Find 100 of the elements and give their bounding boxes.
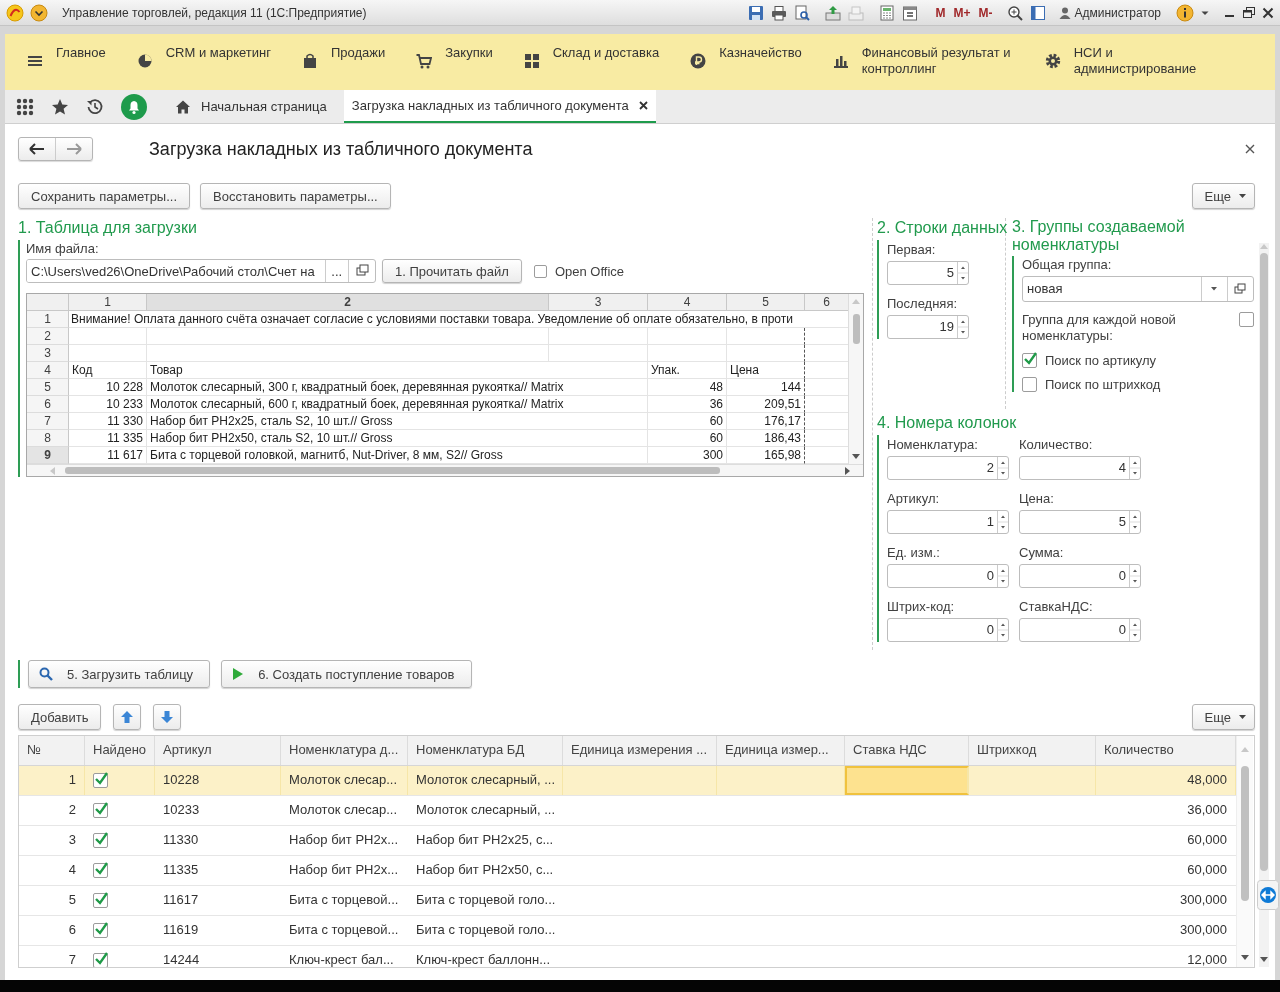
spin-buttons[interactable]	[1129, 511, 1140, 533]
section-link[interactable]: CRM и маркетинг	[136, 45, 271, 69]
column-header[interactable]: 1	[69, 294, 147, 311]
column-header[interactable]: 3	[549, 294, 648, 311]
checkbox[interactable]	[533, 264, 547, 278]
column-header[interactable]: Штрихкод	[969, 736, 1096, 765]
file-path-field[interactable]: C:\Users\ved26\OneDrive\Рабочий стол\Счет на ...	[26, 259, 376, 283]
checkbox[interactable]	[1022, 376, 1037, 392]
number-field[interactable]: 2	[887, 456, 1009, 480]
calendar-icon[interactable]	[902, 4, 919, 21]
checkbox[interactable]	[1022, 352, 1037, 368]
close-icon[interactable]	[1262, 6, 1274, 19]
more-button[interactable]: Еще	[1191, 183, 1255, 209]
checkbox[interactable]	[93, 953, 108, 967]
arrow-right-icon[interactable]	[845, 466, 851, 475]
spin-buttons[interactable]	[957, 262, 968, 284]
row-number[interactable]: 2	[27, 328, 69, 345]
column-header[interactable]: 2	[147, 294, 549, 311]
row-number[interactable]: 1	[27, 311, 69, 328]
close-icon[interactable]	[1245, 144, 1255, 154]
spin-buttons[interactable]	[997, 457, 1008, 479]
checkbox[interactable]	[93, 893, 108, 908]
memory-button[interactable]: M-	[978, 5, 993, 20]
section-link[interactable]: НСИ и администрирование	[1044, 45, 1226, 77]
row-number[interactable]: 6	[27, 396, 69, 413]
read-file-button[interactable]: 1. Прочитать файл	[382, 259, 522, 283]
section-link[interactable]: Казначейство	[690, 45, 802, 69]
column-header[interactable]: Единица измерения ...	[563, 736, 717, 765]
user-button[interactable]: Администратор	[1059, 5, 1161, 20]
column-header[interactable]: Единица измер...	[717, 736, 845, 765]
arrow-down-icon[interactable]	[1241, 955, 1249, 961]
action-button[interactable]: Восстановить параметры...	[200, 183, 391, 209]
calculator-icon[interactable]	[879, 4, 896, 21]
number-field[interactable]: 4	[1019, 456, 1141, 480]
spin-buttons[interactable]	[997, 511, 1008, 533]
memory-button[interactable]: M+	[953, 5, 971, 20]
column-header[interactable]: Номенклатура БД	[408, 736, 563, 765]
column-header[interactable]: 6	[805, 294, 848, 311]
column-header[interactable]: Ставка НДС	[845, 736, 969, 765]
checkbox[interactable]	[93, 833, 108, 848]
section-link[interactable]: Склад и доставка	[523, 45, 660, 69]
tab[interactable]: Начальная страница	[164, 90, 337, 123]
number-field[interactable]: 0	[887, 564, 1009, 588]
row-number[interactable]: 4	[27, 362, 69, 379]
scrollbar[interactable]	[848, 294, 863, 464]
scrollbar[interactable]	[1259, 243, 1269, 967]
column-header[interactable]: Артикул	[155, 736, 281, 765]
history-icon[interactable]	[86, 97, 104, 116]
column-header[interactable]: Номенклатура д...	[281, 736, 408, 765]
preview-icon[interactable]	[794, 4, 811, 21]
apps-icon[interactable]	[16, 97, 34, 116]
caret-icon[interactable]	[30, 3, 48, 22]
arrow-down-icon[interactable]	[1260, 957, 1268, 963]
spin-buttons[interactable]	[1129, 457, 1140, 479]
scroll-thumb[interactable]	[1260, 253, 1268, 871]
move-up-button[interactable]	[113, 704, 142, 730]
document-arrow-icon[interactable]	[825, 4, 842, 21]
star-icon[interactable]	[51, 97, 69, 116]
restore-icon[interactable]	[1243, 6, 1255, 19]
scrollbar[interactable]	[27, 464, 863, 476]
spin-buttons[interactable]	[957, 316, 968, 338]
number-field[interactable]: 0	[1019, 564, 1141, 588]
number-field[interactable]: 5	[887, 261, 969, 285]
checkbox[interactable]	[93, 863, 108, 878]
row-number[interactable]: 8	[27, 430, 69, 447]
spin-buttons[interactable]	[997, 619, 1008, 641]
table-row[interactable]: 5 11617 Бита с торцевой... Бита с торцевой голо... 300,000	[19, 886, 1236, 916]
column-header[interactable]: 4	[648, 294, 727, 311]
table-row[interactable]: 4 11335 Набор бит PH2x... Набор бит PH2x50, с... 60,000	[19, 856, 1236, 886]
navigation-buttons[interactable]	[18, 137, 93, 161]
checkbox[interactable]	[93, 923, 108, 938]
number-field[interactable]: 0	[887, 618, 1009, 642]
add-button[interactable]: Добавить	[18, 704, 102, 730]
arrow-down-icon[interactable]	[852, 454, 860, 460]
action-button[interactable]: Сохранить параметры...	[18, 183, 191, 209]
spin-buttons[interactable]	[1129, 619, 1140, 641]
row-number[interactable]: 9	[27, 447, 69, 464]
checkbox[interactable]	[1239, 312, 1254, 327]
dropdown-field[interactable]: новая	[1022, 276, 1254, 302]
table-row[interactable]: 6 11619 Бита с торцевой... Бита с торцевой голо... 300,000	[19, 916, 1236, 946]
memory-button[interactable]: M	[935, 5, 946, 20]
spin-buttons[interactable]	[1129, 565, 1140, 587]
zoom-icon[interactable]	[1007, 4, 1024, 21]
section-link[interactable]: Главное	[27, 45, 106, 69]
current-cell[interactable]	[845, 766, 969, 795]
tab[interactable]: Загрузка накладных из табличного документа	[343, 90, 656, 123]
table-row[interactable]: 7 14244 Ключ-крест бал... Ключ-крест баллонн... 12,000	[19, 946, 1236, 967]
scroll-thumb[interactable]	[852, 314, 860, 344]
panel-icon[interactable]	[1030, 4, 1047, 21]
close-icon[interactable]	[638, 101, 648, 110]
action-button[interactable]: 5. Загрузить таблицу	[28, 660, 211, 688]
table-row[interactable]: 1 10228 Молоток слесар... Молоток слесарный, ... 48,000	[19, 766, 1236, 796]
number-field[interactable]: 19	[887, 315, 969, 339]
column-header[interactable]: №	[19, 736, 85, 765]
number-field[interactable]: 0	[1019, 618, 1141, 642]
spin-buttons[interactable]	[997, 565, 1008, 587]
move-down-button[interactable]	[153, 704, 182, 730]
table-row[interactable]: 2 10233 Молоток слесар... Молоток слесарный, ... 36,000	[19, 796, 1236, 826]
section-link[interactable]: Продажи	[301, 45, 386, 69]
scrollbar[interactable]	[1236, 736, 1253, 967]
